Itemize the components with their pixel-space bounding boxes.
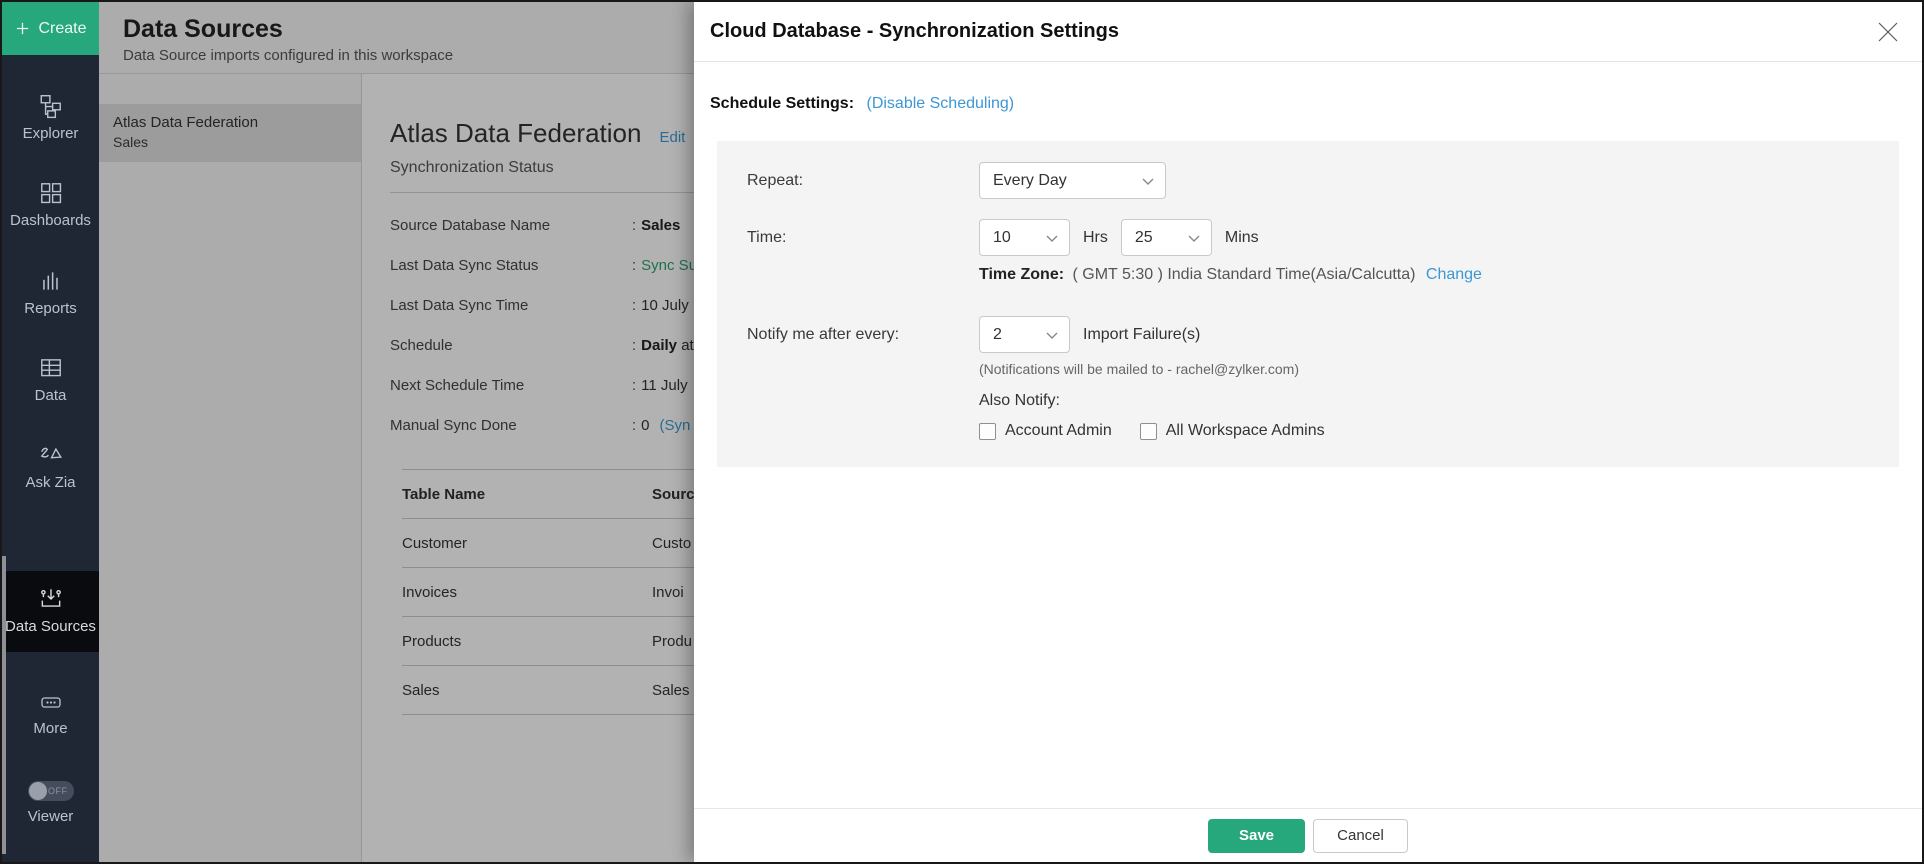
sidebar-item-explorer[interactable]: Explorer xyxy=(2,93,99,142)
timezone-value: ( GMT 5:30 ) India Standard Time(Asia/Ca… xyxy=(1073,266,1416,283)
disable-scheduling-link[interactable]: (Disable Scheduling) xyxy=(866,95,1014,112)
notify-row: Notify me after every: 2 Import Failure(… xyxy=(747,316,1899,353)
collapse-sidebar-button[interactable] xyxy=(2,859,99,864)
notification-note: (Notifications will be mailed to - rache… xyxy=(979,361,1899,377)
sidebar-item-label: Ask Zia xyxy=(25,474,75,491)
viewer-block: OFF Viewer xyxy=(2,781,99,825)
plus-icon xyxy=(14,20,31,37)
toggle-state-label: OFF xyxy=(48,786,68,796)
time-row: Time: 10 Hrs 25 Mins xyxy=(747,219,1899,256)
dashboards-icon xyxy=(38,180,64,206)
sync-settings-modal: Cloud Database - Synchronization Setting… xyxy=(694,2,1922,862)
data-sources-icon xyxy=(38,586,64,612)
more-icon xyxy=(39,690,63,714)
schedule-settings-label: Schedule Settings: xyxy=(710,95,854,112)
all-workspace-admins-option[interactable]: All Workspace Admins xyxy=(1140,422,1325,440)
chevron-down-icon xyxy=(1188,235,1200,243)
sidebar-item-ask-zia[interactable]: Ask Zia xyxy=(2,442,99,491)
app-window: Create Explorer Dashboards Reports Data … xyxy=(0,0,1924,864)
viewer-label: Viewer xyxy=(28,808,74,825)
account-admin-option[interactable]: Account Admin xyxy=(979,422,1112,440)
sidebar-item-label: Reports xyxy=(24,300,77,317)
sidebar-item-label: More xyxy=(33,720,67,737)
explorer-icon xyxy=(38,93,64,119)
sidebar-scrollbar[interactable] xyxy=(2,556,6,854)
save-button[interactable]: Save xyxy=(1208,819,1305,853)
checkbox-label: Account Admin xyxy=(1005,422,1112,440)
notify-label: Notify me after every: xyxy=(747,326,979,344)
repeat-row: Repeat: Every Day xyxy=(747,162,1899,199)
create-label: Create xyxy=(38,20,86,38)
sidebar-item-label: Dashboards xyxy=(10,212,91,229)
sidebar-item-label: Explorer xyxy=(23,125,79,142)
checkbox-icon[interactable] xyxy=(1140,423,1157,440)
minutes-unit-label: Mins xyxy=(1225,229,1259,247)
repeat-value: Every Day xyxy=(993,172,1067,190)
timezone-change-link[interactable]: Change xyxy=(1426,266,1482,283)
sidebar-item-dashboards[interactable]: Dashboards xyxy=(2,180,99,229)
hours-unit-label: Hrs xyxy=(1083,229,1108,247)
close-icon xyxy=(1876,20,1900,44)
modal-title: Cloud Database - Synchronization Setting… xyxy=(710,20,1119,43)
close-button[interactable] xyxy=(1876,20,1900,44)
ask-zia-icon xyxy=(38,442,64,468)
sidebar-item-label: Data xyxy=(35,387,67,404)
also-notify-label: Also Notify: xyxy=(979,392,1899,410)
sidebar: Create Explorer Dashboards Reports Data … xyxy=(2,2,99,862)
sidebar-item-label: Data Sources xyxy=(5,618,96,635)
import-failures-label: Import Failure(s) xyxy=(1083,326,1200,344)
failure-count-value: 2 xyxy=(993,326,1002,344)
time-label: Time: xyxy=(747,229,979,247)
timezone-line: Time Zone: ( GMT 5:30 ) India Standard T… xyxy=(979,266,1899,284)
also-notify-options: Account Admin All Workspace Admins xyxy=(979,422,1899,440)
sidebar-item-more[interactable]: More xyxy=(2,690,99,737)
timezone-label: Time Zone: xyxy=(979,266,1064,283)
hours-value: 10 xyxy=(993,229,1011,247)
toggle-knob-icon xyxy=(29,782,47,800)
chevron-down-icon xyxy=(1142,178,1154,186)
repeat-label: Repeat: xyxy=(747,172,979,190)
cancel-button[interactable]: Cancel xyxy=(1313,819,1408,853)
failure-count-select[interactable]: 2 xyxy=(979,316,1070,353)
collapse-arrow-icon xyxy=(38,859,64,864)
modal-footer: Save Cancel xyxy=(694,808,1922,862)
schedule-form: Repeat: Every Day Time: 10 Hrs 25 Mins xyxy=(717,141,1899,467)
data-icon xyxy=(38,355,64,381)
modal-header: Cloud Database - Synchronization Setting… xyxy=(694,2,1922,62)
hours-select[interactable]: 10 xyxy=(979,219,1070,256)
sidebar-item-data-sources[interactable]: Data Sources xyxy=(2,571,99,651)
create-button[interactable]: Create xyxy=(2,2,99,55)
repeat-select[interactable]: Every Day xyxy=(979,162,1166,199)
modal-backdrop xyxy=(99,2,694,862)
checkbox-label: All Workspace Admins xyxy=(1166,422,1325,440)
sidebar-item-data[interactable]: Data xyxy=(2,355,99,404)
checkbox-icon[interactable] xyxy=(979,423,996,440)
minutes-value: 25 xyxy=(1135,229,1153,247)
sidebar-item-reports[interactable]: Reports xyxy=(2,268,99,317)
chevron-down-icon xyxy=(1046,235,1058,243)
minutes-select[interactable]: 25 xyxy=(1121,219,1212,256)
schedule-settings-row: Schedule Settings: (Disable Scheduling) xyxy=(710,95,1922,113)
viewer-toggle[interactable]: OFF xyxy=(28,781,74,801)
chevron-down-icon xyxy=(1046,332,1058,340)
reports-icon xyxy=(38,268,64,294)
